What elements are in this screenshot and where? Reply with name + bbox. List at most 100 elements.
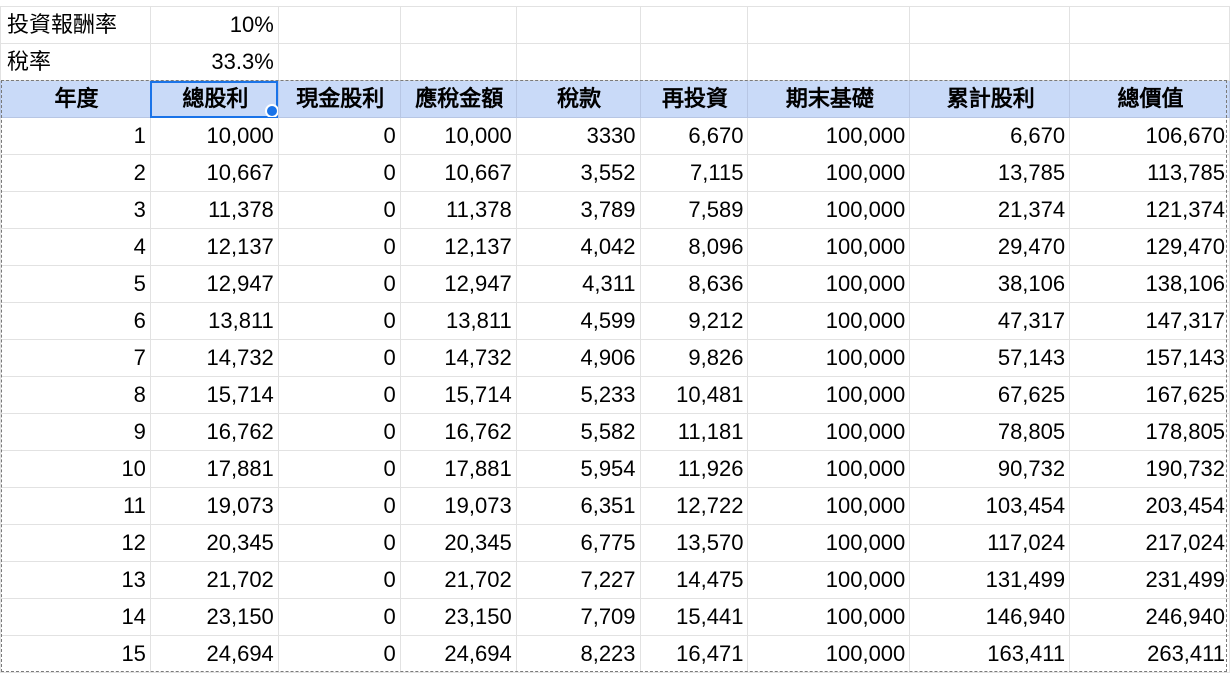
value-cell[interactable]: 178,805 <box>1069 413 1230 451</box>
fill-handle[interactable] <box>264 104 278 117</box>
value-cell[interactable]: 100,000 <box>747 413 911 451</box>
param-value-cell[interactable]: 10% <box>149 6 279 44</box>
empty-cell[interactable] <box>277 43 401 81</box>
value-cell[interactable]: 9,826 <box>639 339 749 377</box>
value-cell[interactable]: 38,106 <box>909 265 1071 303</box>
value-cell[interactable]: 14,732 <box>399 339 517 377</box>
value-cell[interactable]: 17,881 <box>149 450 279 488</box>
column-header-cell[interactable]: 總價值 <box>1069 80 1230 118</box>
empty-cell[interactable] <box>909 6 1071 44</box>
value-cell[interactable]: 8,096 <box>639 228 749 266</box>
value-cell[interactable]: 8,223 <box>515 635 641 673</box>
column-header-cell[interactable]: 年度 <box>0 80 151 118</box>
value-cell[interactable]: 0 <box>277 339 401 377</box>
empty-cell[interactable] <box>747 43 911 81</box>
value-cell[interactable]: 10,000 <box>149 117 279 155</box>
year-cell[interactable]: 5 <box>0 265 151 303</box>
value-cell[interactable]: 4,311 <box>515 265 641 303</box>
value-cell[interactable]: 5,233 <box>515 376 641 414</box>
value-cell[interactable]: 11,378 <box>149 191 279 229</box>
value-cell[interactable]: 167,625 <box>1069 376 1230 414</box>
value-cell[interactable]: 100,000 <box>747 302 911 340</box>
value-cell[interactable]: 24,694 <box>399 635 517 673</box>
value-cell[interactable]: 10,481 <box>639 376 749 414</box>
value-cell[interactable]: 100,000 <box>747 265 911 303</box>
value-cell[interactable]: 12,947 <box>149 265 279 303</box>
value-cell[interactable]: 100,000 <box>747 228 911 266</box>
value-cell[interactable]: 3,552 <box>515 154 641 192</box>
value-cell[interactable]: 4,042 <box>515 228 641 266</box>
value-cell[interactable]: 5,954 <box>515 450 641 488</box>
value-cell[interactable]: 57,143 <box>909 339 1071 377</box>
column-header-cell[interactable]: 現金股利 <box>277 80 401 118</box>
year-cell[interactable]: 4 <box>0 228 151 266</box>
value-cell[interactable]: 7,589 <box>639 191 749 229</box>
column-header-cell[interactable]: 應稅金額 <box>399 80 517 118</box>
year-cell[interactable]: 6 <box>0 302 151 340</box>
value-cell[interactable]: 3,789 <box>515 191 641 229</box>
value-cell[interactable]: 21,374 <box>909 191 1071 229</box>
value-cell[interactable]: 100,000 <box>747 524 911 562</box>
value-cell[interactable]: 0 <box>277 561 401 599</box>
year-cell[interactable]: 2 <box>0 154 151 192</box>
value-cell[interactable]: 0 <box>277 191 401 229</box>
value-cell[interactable]: 129,470 <box>1069 228 1230 266</box>
value-cell[interactable]: 131,499 <box>909 561 1071 599</box>
value-cell[interactable]: 0 <box>277 450 401 488</box>
value-cell[interactable]: 0 <box>277 635 401 673</box>
value-cell[interactable]: 100,000 <box>747 598 911 636</box>
value-cell[interactable]: 13,811 <box>399 302 517 340</box>
value-cell[interactable]: 7,709 <box>515 598 641 636</box>
value-cell[interactable]: 16,471 <box>639 635 749 673</box>
value-cell[interactable]: 113,785 <box>1069 154 1230 192</box>
value-cell[interactable]: 6,351 <box>515 487 641 525</box>
value-cell[interactable]: 7,115 <box>639 154 749 192</box>
value-cell[interactable]: 21,702 <box>149 561 279 599</box>
value-cell[interactable]: 13,811 <box>149 302 279 340</box>
value-cell[interactable]: 11,926 <box>639 450 749 488</box>
value-cell[interactable]: 0 <box>277 302 401 340</box>
value-cell[interactable]: 6,670 <box>639 117 749 155</box>
value-cell[interactable]: 10,667 <box>399 154 517 192</box>
value-cell[interactable]: 14,732 <box>149 339 279 377</box>
value-cell[interactable]: 217,024 <box>1069 524 1230 562</box>
value-cell[interactable]: 90,732 <box>909 450 1071 488</box>
value-cell[interactable]: 14,475 <box>639 561 749 599</box>
value-cell[interactable]: 103,454 <box>909 487 1071 525</box>
value-cell[interactable]: 7,227 <box>515 561 641 599</box>
value-cell[interactable]: 78,805 <box>909 413 1071 451</box>
value-cell[interactable]: 0 <box>277 598 401 636</box>
value-cell[interactable]: 67,625 <box>909 376 1071 414</box>
column-header-cell[interactable]: 稅款 <box>515 80 641 118</box>
column-header-cell[interactable]: 再投資 <box>639 80 749 118</box>
value-cell[interactable]: 11,378 <box>399 191 517 229</box>
value-cell[interactable]: 15,441 <box>639 598 749 636</box>
value-cell[interactable]: 5,582 <box>515 413 641 451</box>
value-cell[interactable]: 15,714 <box>149 376 279 414</box>
year-cell[interactable]: 14 <box>0 598 151 636</box>
year-cell[interactable]: 13 <box>0 561 151 599</box>
value-cell[interactable]: 100,000 <box>747 376 911 414</box>
value-cell[interactable]: 11,181 <box>639 413 749 451</box>
year-cell[interactable]: 12 <box>0 524 151 562</box>
value-cell[interactable]: 0 <box>277 413 401 451</box>
value-cell[interactable]: 163,411 <box>909 635 1071 673</box>
value-cell[interactable]: 12,947 <box>399 265 517 303</box>
param-value-cell[interactable]: 33.3% <box>149 43 279 81</box>
value-cell[interactable]: 23,150 <box>149 598 279 636</box>
empty-cell[interactable] <box>639 6 749 44</box>
year-cell[interactable]: 7 <box>0 339 151 377</box>
value-cell[interactable]: 4,599 <box>515 302 641 340</box>
value-cell[interactable]: 10,667 <box>149 154 279 192</box>
value-cell[interactable]: 4,906 <box>515 339 641 377</box>
value-cell[interactable]: 9,212 <box>639 302 749 340</box>
value-cell[interactable]: 20,345 <box>149 524 279 562</box>
value-cell[interactable]: 157,143 <box>1069 339 1230 377</box>
value-cell[interactable]: 20,345 <box>399 524 517 562</box>
empty-cell[interactable] <box>399 43 517 81</box>
value-cell[interactable]: 21,702 <box>399 561 517 599</box>
value-cell[interactable]: 6,775 <box>515 524 641 562</box>
value-cell[interactable]: 100,000 <box>747 487 911 525</box>
value-cell[interactable]: 146,940 <box>909 598 1071 636</box>
year-cell[interactable]: 11 <box>0 487 151 525</box>
